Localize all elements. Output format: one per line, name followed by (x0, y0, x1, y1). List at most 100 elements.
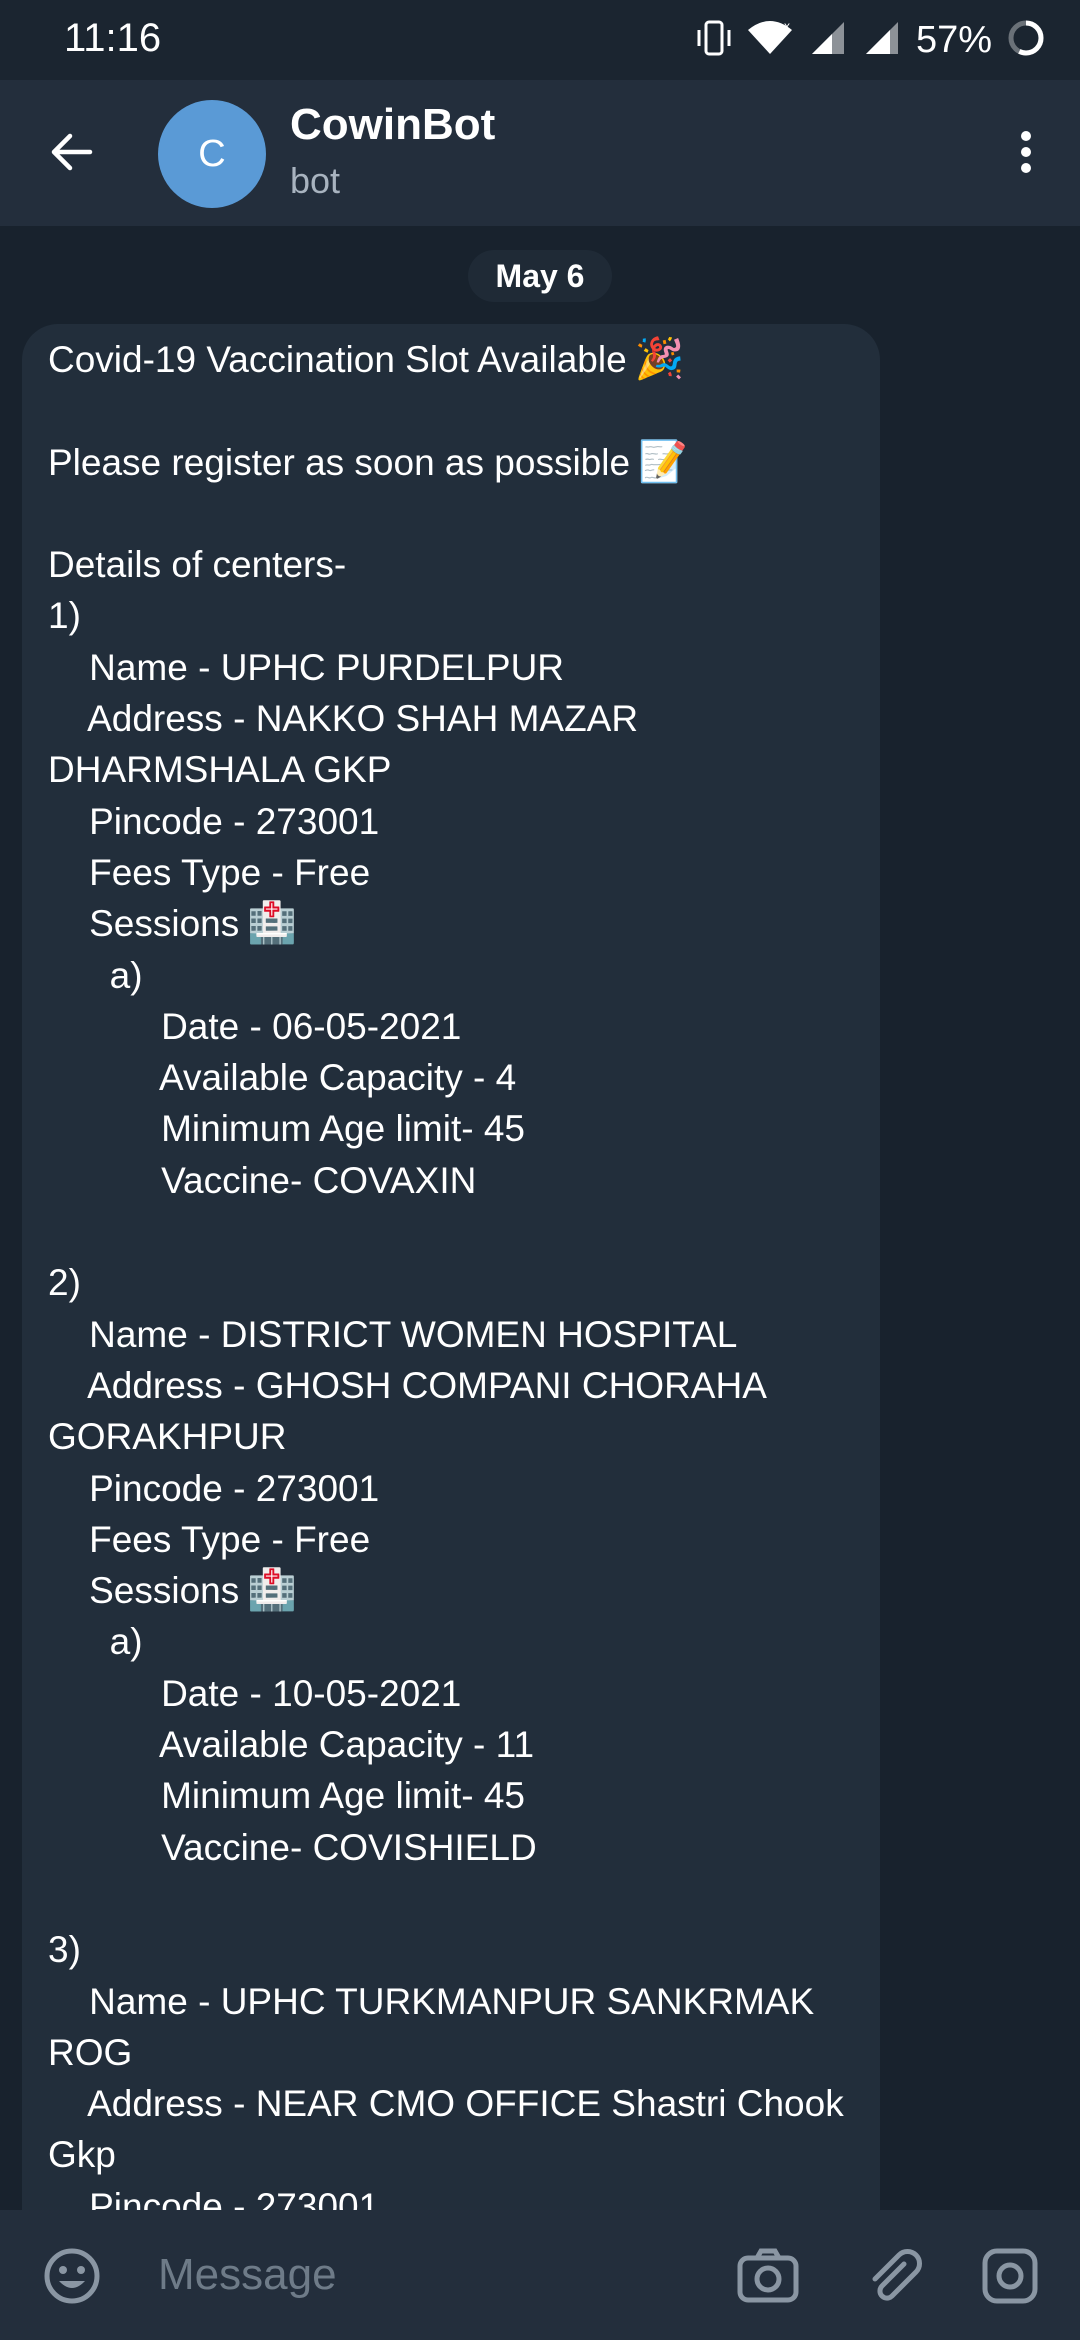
message-line-text: Available Capacity - 4 (48, 1057, 517, 1099)
message-line: Pincode - 273001 (48, 1463, 854, 1514)
message-line-text: ROG (48, 2031, 133, 2073)
message-line: Minimum Age limit- 45 (48, 1770, 854, 1821)
message-input-bar (0, 2210, 1080, 2340)
emoji-button[interactable] (34, 2238, 110, 2314)
signal-icon (862, 18, 902, 63)
message-line: Available Capacity - 4 (48, 1052, 854, 1103)
message-line: Pincode - 273001 (48, 796, 854, 847)
message-line: Vaccine- COVISHIELD (48, 1822, 854, 1873)
chat-header: C CowinBot bot (0, 80, 1080, 226)
message-line-text: 1) (48, 595, 81, 637)
message-line-text: Address - GHOSH COMPANI CHORAHA (48, 1364, 767, 1406)
message-line-text: Details of centers- (48, 544, 347, 586)
message-line-text: Please register as soon as possible (48, 441, 631, 483)
svg-text:x: x (784, 19, 790, 33)
avatar[interactable]: C (158, 100, 266, 208)
message-line: 1) (48, 590, 854, 641)
status-time: 11:16 (64, 16, 162, 60)
message-line-text: Sessions (48, 1570, 240, 1612)
signal-icon (808, 18, 848, 63)
message-line: Please register as soon as possible 📝 (48, 437, 854, 488)
message-line-text: a) (48, 954, 143, 996)
message-line: Covid-19 Vaccination Slot Available 🎉 (48, 334, 854, 385)
message-line: a) (48, 1616, 854, 1667)
attach-icon (872, 2249, 922, 2301)
message-line: Date - 06-05-2021 (48, 1001, 854, 1052)
message-bubble[interactable]: Covid-19 Vaccination Slot Available 🎉 Plea… (22, 324, 880, 2210)
message-line: Address - GHOSH COMPANI CHORAHA (48, 1360, 854, 1411)
message-line (48, 1206, 854, 1257)
message-line-text: Date - 10-05-2021 (48, 1672, 462, 1714)
message-line-text: Date - 06-05-2021 (48, 1005, 462, 1047)
message-line: 3) (48, 1924, 854, 1975)
back-button[interactable] (36, 116, 108, 188)
message-line-text: Covid-19 Vaccination Slot Available (48, 339, 627, 380)
message-line: Available Capacity - 11 (48, 1719, 854, 1770)
message-line: Name - UPHC TURKMANPUR SANKRMAK (48, 1976, 854, 2027)
vibrate-icon (696, 18, 732, 63)
message-line-text: Address - NAKKO SHAH MAZAR (48, 698, 639, 740)
chat-area[interactable]: May 6 Covid-19 Vaccination Slot Availabl… (0, 226, 1080, 2210)
message-line: Name - DISTRICT WOMEN HOSPITAL (48, 1309, 854, 1360)
message-line-text: Gkp (48, 2134, 116, 2176)
message-emoji: 🏥 (247, 1568, 298, 1613)
message-line: Date - 10-05-2021 (48, 1668, 854, 1719)
message-emoji: 📝 (638, 439, 688, 484)
message-line (48, 1873, 854, 1924)
message-line-text: Name - UPHC TURKMANPUR SANKRMAK (48, 1980, 815, 2022)
message-line-text: a) (48, 1621, 143, 1663)
message-line-text: Fees Type - Free (48, 1518, 371, 1560)
message-emoji: 🏥 (247, 901, 298, 946)
camera-icon (737, 2248, 799, 2303)
date-label: May 6 (495, 257, 585, 294)
message-line-text: Minimum Age limit- 45 (48, 1108, 526, 1150)
chat-title[interactable]: CowinBot (290, 100, 495, 150)
message-line: Minimum Age limit- 45 (48, 1103, 854, 1154)
status-bar: 11:16 x 57% (0, 0, 1080, 80)
message-line: Fees Type - Free (48, 847, 854, 898)
arrow-left-icon (51, 133, 93, 171)
instagram-button[interactable] (972, 2238, 1048, 2314)
message-line: a) (48, 950, 854, 1001)
message-line-text: Fees Type - Free (48, 851, 371, 893)
message-line-text: Pincode - 273001 (48, 2185, 380, 2210)
message-line-text: DHARMSHALA GKP (48, 749, 392, 791)
message-line: Sessions 🏥 (48, 1565, 854, 1616)
message-line (48, 488, 854, 539)
message-line-text: Pincode - 273001 (48, 1467, 380, 1509)
message-line-text: Name - UPHC PURDELPUR (48, 646, 565, 688)
message-line: 2) (48, 1257, 854, 1308)
avatar-letter: C (198, 132, 226, 175)
message-line-text: 2) (48, 1262, 81, 1304)
message-line-text: Vaccine- COVAXIN (48, 1159, 477, 1201)
message-line: Address - NEAR CMO OFFICE Shastri Chook (48, 2078, 854, 2129)
message-line-text: Sessions (48, 903, 240, 945)
message-line: GORAKHPUR (48, 1411, 854, 1462)
more-options-button[interactable] (990, 116, 1062, 188)
camera-button[interactable] (730, 2238, 806, 2314)
wifi-icon: x (746, 18, 794, 63)
message-line: DHARMSHALA GKP (48, 744, 854, 795)
instagram-icon (982, 2248, 1038, 2304)
message-line-text: Name - DISTRICT WOMEN HOSPITAL (48, 1313, 738, 1355)
emoji-icon (44, 2248, 100, 2304)
more-vertical-icon (1021, 131, 1031, 173)
message-line-text: Available Capacity - 11 (48, 1724, 535, 1766)
message-line-text: Minimum Age limit- 45 (48, 1775, 526, 1817)
message-line: ROG (48, 2027, 854, 2078)
date-separator: May 6 (468, 250, 612, 302)
message-line: Details of centers- (48, 539, 854, 590)
message-line (48, 385, 854, 436)
message-line-text: GORAKHPUR (48, 1416, 287, 1458)
message-line: Pincode - 273001 (48, 2181, 854, 2210)
message-line: Fees Type - Free (48, 1514, 854, 1565)
chat-subtitle: bot (290, 160, 341, 201)
attach-button[interactable] (856, 2238, 932, 2314)
message-emoji: 🎉 (634, 337, 685, 381)
message-input[interactable] (158, 2240, 698, 2310)
message-line: Vaccine- COVAXIN (48, 1155, 854, 1206)
message-line: Sessions 🏥 (48, 898, 854, 949)
message-line-text: Pincode - 273001 (48, 800, 380, 842)
message-line: Gkp (48, 2129, 854, 2180)
message-line: Name - UPHC PURDELPUR (48, 642, 854, 693)
